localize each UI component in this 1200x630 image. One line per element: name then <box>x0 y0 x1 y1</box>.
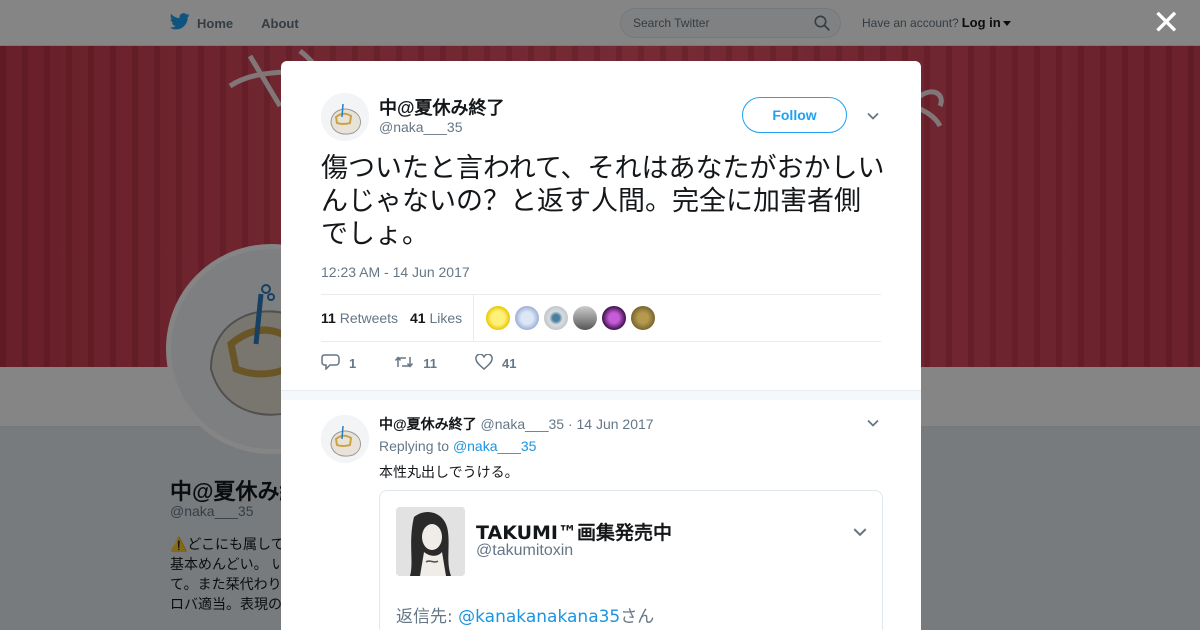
replying-to: Replying to @naka___35 <box>379 438 536 454</box>
retweet-icon <box>394 354 414 373</box>
tweet-actions: 1 11 41 <box>321 353 540 373</box>
like-count: 41 <box>501 355 517 371</box>
replying-prefix: Replying to <box>379 438 450 454</box>
stats-divider <box>473 295 474 342</box>
snorkel-avatar-icon <box>321 93 369 141</box>
likes-label: Likes <box>429 310 463 326</box>
liker-avatars <box>486 306 655 330</box>
likes-count: 41 <box>410 310 426 326</box>
author-avatar[interactable] <box>321 93 369 141</box>
tweet-modal: 中@夏休み終了 @naka___35 Follow 傷ついたと言われて、それはあ… <box>281 61 921 630</box>
embedded-reply-suffix: さん <box>620 607 655 627</box>
tweet-author-name[interactable]: 中@夏休み終了 <box>379 94 505 120</box>
retweets-count: 11 <box>321 310 336 326</box>
reply-text: 本性丸出しでうける。 <box>379 465 519 481</box>
snorkel-avatar-icon <box>321 415 369 463</box>
chevron-down-icon[interactable] <box>852 524 867 538</box>
illustration-avatar-icon <box>396 507 465 576</box>
likes-stat[interactable]: 41 Likes <box>410 310 462 326</box>
embedded-reply-to: 返信先: @kanakanakana35さん <box>396 602 654 627</box>
replying-to-link[interactable]: @naka___35 <box>453 438 537 454</box>
tweet-text: 傷ついたと言われて、それはあなたがおかしいんじゃないの？と返す人間。完全に加害者… <box>321 153 885 250</box>
reply-author-avatar[interactable] <box>321 415 369 463</box>
tweet-timestamp[interactable]: 12:23 AM - 14 Jun 2017 <box>321 264 470 280</box>
embedded-reply-prefix: 返信先: <box>396 607 459 627</box>
like-action[interactable]: 41 <box>475 353 516 373</box>
liker-avatar[interactable] <box>515 306 539 330</box>
reply-header: 中@夏休み終了 @naka___35 · 14 Jun 2017 <box>379 414 654 434</box>
tweet-stats: 11 Retweets 41 Likes <box>321 294 881 342</box>
retweet-action[interactable]: 11 <box>394 353 437 373</box>
chevron-down-icon[interactable] <box>866 109 880 123</box>
retweets-label: Retweets <box>339 310 399 326</box>
reply-icon <box>321 353 340 373</box>
reply-author-handle[interactable]: @naka___35 <box>481 416 565 432</box>
retweet-count: 11 <box>423 355 437 371</box>
liker-avatar[interactable] <box>573 306 597 330</box>
close-icon[interactable]: ✕ <box>1152 6 1181 40</box>
embedded-reply-link[interactable]: @kanakanakana35 <box>458 607 620 627</box>
embedded-tweet-card[interactable]: TAKUMI™画集発売中 @takumitoxin 返信先: @kanakana… <box>379 490 883 630</box>
heart-icon <box>475 353 493 373</box>
reply-separator <box>281 390 921 400</box>
reply-date[interactable]: · 14 Jun 2017 <box>568 416 654 432</box>
reply-count: 1 <box>349 355 357 371</box>
tweet-author-handle[interactable]: @naka___35 <box>379 119 463 135</box>
embedded-author-name[interactable]: TAKUMI™画集発売中 <box>476 518 672 545</box>
chevron-down-icon[interactable] <box>866 416 880 430</box>
liker-avatar[interactable] <box>544 306 568 330</box>
follow-button[interactable]: Follow <box>742 97 847 133</box>
liker-avatar[interactable] <box>486 306 510 330</box>
embedded-author-avatar[interactable] <box>396 507 465 576</box>
liker-avatar[interactable] <box>602 306 626 330</box>
retweets-stat[interactable]: 11 Retweets <box>321 310 398 326</box>
embedded-author-handle[interactable]: @takumitoxin <box>476 542 573 560</box>
liker-avatar[interactable] <box>631 306 655 330</box>
reply-action[interactable]: 1 <box>321 353 356 373</box>
reply-author-name[interactable]: 中@夏休み終了 <box>379 416 477 432</box>
